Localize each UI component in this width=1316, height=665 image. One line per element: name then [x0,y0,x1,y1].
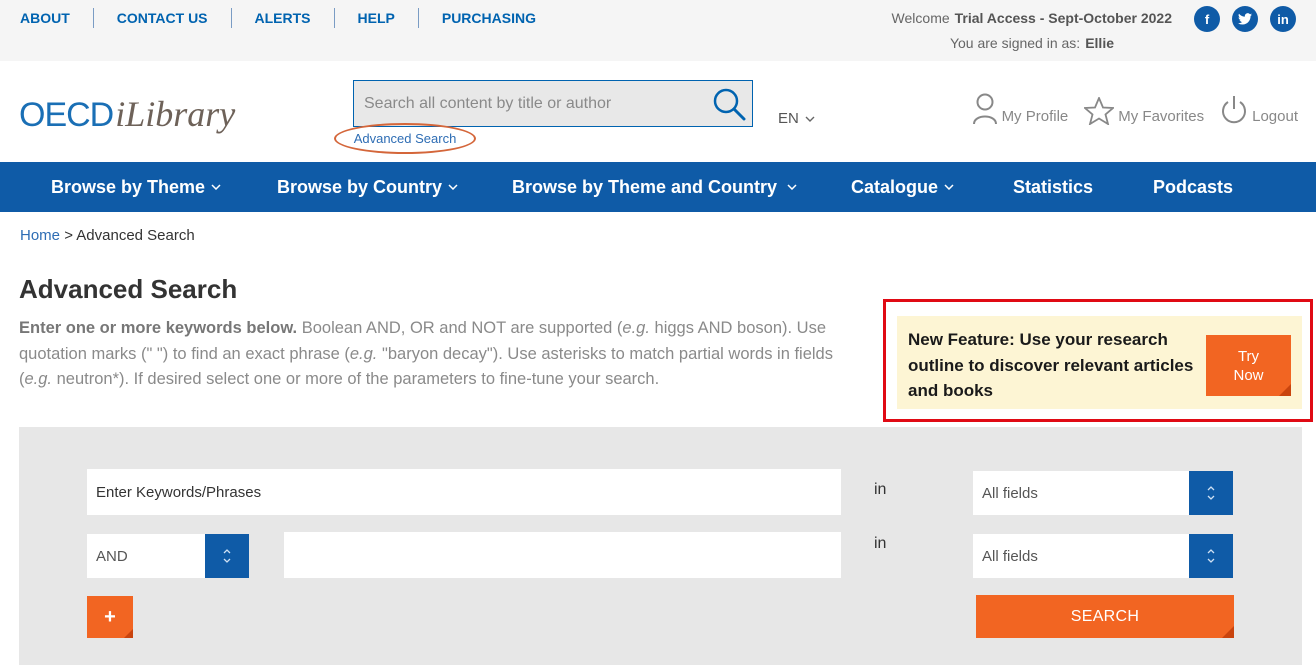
select-arrows[interactable] [1189,471,1233,515]
my-profile-link[interactable]: My Profile [972,93,1069,125]
about-link[interactable]: ABOUT [20,8,93,28]
signed-in-text: You are signed in as: Ellie [950,34,1114,52]
search-icon[interactable] [712,87,746,121]
advanced-search-link-highlight: Advanced Search [334,123,476,154]
my-favorites-link[interactable]: My Favorites [1084,97,1204,125]
try-now-label: Try Now [1233,347,1264,384]
field-select-1[interactable]: All fields [973,471,1233,515]
chevron-down-icon [787,184,797,190]
logout-link[interactable]: Logout [1220,95,1298,125]
in-label: in [874,535,887,552]
nav-browse-by-theme-and-country[interactable]: Browse by Theme and Country [512,162,797,212]
nav-catalogue[interactable]: Catalogue [851,162,954,212]
site-header: OECDiLibrary Advanced Search EN My Profi… [0,61,1316,162]
new-feature-text: New Feature: Use your research outline t… [908,330,1194,400]
language-label: EN [778,110,799,127]
add-row-button[interactable]: + [87,596,133,638]
breadcrumb: Home > Advanced Search [20,227,195,244]
keyword-input[interactable] [96,469,841,515]
chevron-down-icon [805,116,815,122]
chevron-down-icon [448,184,458,190]
instructions-text: Boolean AND, OR and NOT are supported ( [297,319,623,337]
button-corner-decoration [1222,626,1234,638]
chevron-down-icon [211,184,221,190]
my-favorites-label: My Favorites [1118,108,1205,125]
up-down-chevron-icon [1207,486,1215,500]
nav-browse-by-country[interactable]: Browse by Country [277,162,458,212]
user-name: Ellie [1085,35,1114,51]
select-arrows[interactable] [1189,534,1233,578]
second-keyword-field [284,532,841,578]
search-instructions: Enter one or more keywords below. Boolea… [19,316,869,393]
linkedin-icon[interactable]: in [1270,6,1296,32]
in-label: in [874,481,887,498]
contact-us-link[interactable]: CONTACT US [92,8,231,28]
keyword-field [87,469,841,515]
global-search-box [353,80,753,127]
plus-icon: + [104,605,116,628]
logout-label: Logout [1252,108,1298,125]
up-down-chevron-icon [1207,549,1215,563]
logo-ilibrary-text: iLibrary [115,94,236,134]
button-corner-decoration [124,629,133,638]
chevron-down-icon [944,184,954,190]
top-utility-bar: ABOUT CONTACT US ALERTS HELP PURCHASING … [0,0,1316,61]
nav-browse-by-theme[interactable]: Browse by Theme [51,162,221,212]
instructions-eg: e.g. [24,370,53,388]
language-selector[interactable]: EN [778,110,815,127]
field-select-2[interactable]: All fields [973,534,1233,578]
nav-label: Browse by Theme and Country [512,176,778,197]
advanced-search-link[interactable]: Advanced Search [354,131,457,146]
nav-label: Statistics [1013,176,1094,197]
search-button[interactable]: SEARCH [976,595,1234,638]
instructions-text: neutron*). If desired select one or more… [52,370,660,388]
user-icon [972,93,997,125]
facebook-icon[interactable]: f [1194,6,1220,32]
instructions-eg: e.g. [349,344,378,363]
nav-label: Catalogue [851,176,939,197]
twitter-icon[interactable] [1232,6,1258,32]
global-search-input[interactable] [354,81,704,126]
up-down-chevron-icon [223,549,231,563]
instructions-lead: Enter one or more keywords below. [19,319,298,337]
advanced-search-form: in All fields AND in All fields + SEARCH [19,427,1302,665]
logo-oecd-text: OECD [19,96,114,134]
main-navigation: Browse by Theme Browse by Country Browse… [0,162,1316,212]
power-icon [1222,96,1247,124]
breadcrumb-home[interactable]: Home [20,227,60,244]
button-corner-decoration [1279,384,1291,396]
select-arrows[interactable] [205,534,249,578]
page-title: Advanced Search [19,274,238,304]
welcome-text: Welcome Trial Access - Sept-October 2022 [892,9,1172,27]
welcome-label: Welcome [891,10,950,26]
breadcrumb-current: > Advanced Search [64,227,195,244]
social-links: f in [1194,6,1296,32]
help-link[interactable]: HELP [333,8,418,28]
field-select-value: All fields [982,547,1038,565]
star-icon [1084,97,1115,125]
search-button-label: SEARCH [1070,607,1140,625]
nav-label: Browse by Country [277,176,443,197]
field-select-value: All fields [982,484,1038,502]
signed-in-label: You are signed in as: [949,35,1081,51]
user-actions: My Profile My Favorites Logout [972,93,1298,125]
alerts-link[interactable]: ALERTS [230,8,334,28]
operator-value: AND [96,547,128,565]
nav-podcasts[interactable]: Podcasts [1153,162,1233,212]
utility-links: ABOUT CONTACT US ALERTS HELP PURCHASING [20,8,559,28]
nav-label: Podcasts [1153,176,1234,197]
try-now-button[interactable]: Try Now [1206,335,1291,396]
my-profile-label: My Profile [1001,108,1069,125]
purchasing-link[interactable]: PURCHASING [417,8,559,28]
operator-select[interactable]: AND [87,534,249,578]
nav-statistics[interactable]: Statistics [1013,162,1093,212]
oecd-ilibrary-logo[interactable]: OECD iLibrary [19,93,235,137]
new-feature-banner: New Feature: Use your research outline t… [897,316,1302,409]
account-name: Trial Access - Sept-October 2022 [954,10,1172,26]
nav-label: Browse by Theme [51,176,206,197]
second-keyword-input[interactable] [293,532,841,578]
instructions-eg: e.g. [622,319,650,337]
